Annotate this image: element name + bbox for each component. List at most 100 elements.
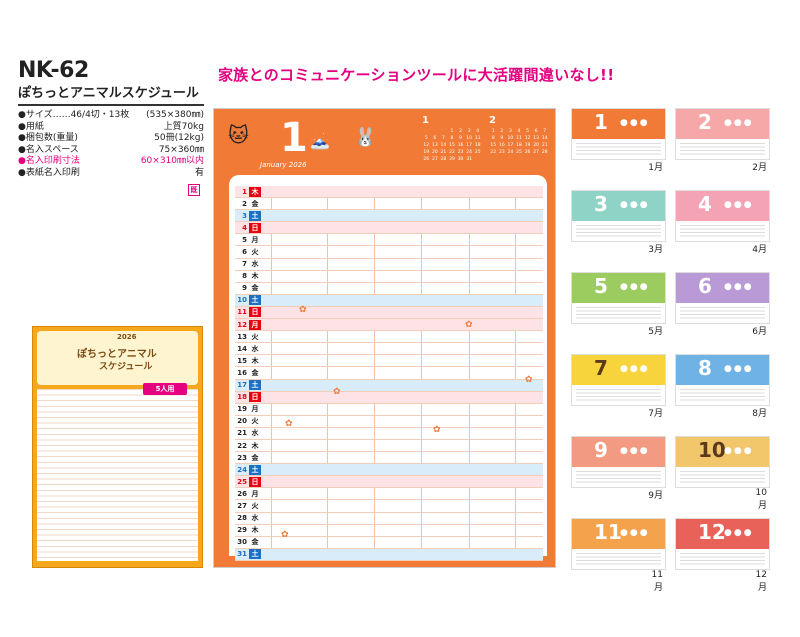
day-number: 21 — [237, 429, 247, 438]
day-number: 12 — [237, 320, 247, 329]
animal-illustration-icon: ●●● — [620, 200, 650, 210]
day-number: 20 — [237, 417, 247, 426]
weekday: 木 — [251, 272, 259, 281]
weekday: 土 — [249, 295, 261, 306]
animal-illustration-icon: ●●● — [724, 118, 754, 128]
thumbnail-month-number: 10 — [698, 438, 726, 462]
spec-value: 60×310㎜以内 — [140, 156, 204, 167]
month-thumbnail: 9 ●●● — [571, 436, 666, 488]
weekday: 日 — [249, 222, 261, 233]
flower-icon: ✿ — [285, 419, 293, 429]
day-number: 28 — [237, 514, 247, 523]
mini-day — [431, 129, 440, 135]
day-number: 23 — [237, 453, 247, 462]
month-thumbnail: 11 ●●● — [571, 518, 666, 570]
day-number: 29 — [237, 526, 247, 535]
day-row: 18 日 — [235, 391, 543, 404]
thumbnail-lines — [680, 471, 765, 485]
mini-month-number: 1 — [422, 115, 429, 126]
thumbnail-label: 3月 — [648, 245, 663, 255]
mini-day: 7 — [543, 129, 547, 134]
weekday: 火 — [251, 501, 259, 510]
thumbnail-label: 10月 — [755, 488, 767, 511]
mini-day: 28 — [541, 150, 548, 155]
small-calendar-header: 2026 ぽちっとアニマル スケジュール — [37, 331, 198, 385]
weekday: 金 — [251, 453, 259, 462]
day-number: 11 — [237, 308, 247, 317]
weekday: 月 — [251, 235, 259, 244]
mini-month-number: 2 — [489, 115, 496, 126]
month-thumbnail: 3 ●●● — [571, 190, 666, 242]
animal-illustration-icon: ●●● — [724, 200, 754, 210]
day-row: 4日 — [235, 222, 543, 235]
day-row: 6火 — [235, 246, 543, 259]
mini-day: 26 — [423, 157, 430, 162]
day-row: 22 木 — [235, 440, 543, 453]
animal-illustration-icon: ●●● — [724, 446, 754, 456]
day-number: 14 — [237, 344, 247, 353]
thumbnail-label: 9月 — [648, 491, 663, 501]
spec-list: ●サイズ……46/4切・13枚 (535×380㎜) ●用紙 上質70kg ●梱包数(重… — [18, 110, 204, 180]
mini-day: 17 — [466, 143, 472, 148]
animal-illustration-icon: 🐱 — [228, 123, 249, 147]
day-number: 6 — [242, 248, 247, 257]
weekday: 月 — [249, 319, 261, 330]
spec-label: ●名入スペース — [18, 144, 79, 155]
spec-row: ●名入スペース 75×360㎜ — [18, 145, 204, 157]
animal-illustration-icon: ●●● — [620, 446, 650, 456]
day-number: 17 — [237, 381, 247, 390]
month-thumbnail: 6 ●●● — [675, 272, 770, 324]
day-number: 10 — [237, 296, 247, 305]
animal-illustration-icon: ●●● — [724, 528, 754, 538]
spec-row: ●表紙名入印刷 有 — [18, 168, 204, 180]
thumbnail-lines — [680, 225, 765, 239]
day-row: 9金 — [235, 283, 543, 295]
spec-label: ●梱包数(重量) — [18, 133, 78, 144]
thumbnail-lines — [576, 389, 661, 403]
day-row: 14 水 — [235, 343, 543, 356]
mini-day: 27 — [533, 150, 539, 155]
thumbnail-month-number: 8 — [698, 356, 712, 380]
mini-day: 11 — [516, 136, 522, 141]
weekday: 火 — [251, 332, 259, 341]
mini-day: 9 — [459, 136, 462, 141]
month-thumbnail: 7 ●●● — [571, 354, 666, 406]
spec-label: ●表紙名入印刷 — [18, 167, 80, 178]
mini-day: 21 — [541, 143, 548, 148]
weekday: 木 — [249, 186, 261, 197]
mini-day: 26 — [524, 150, 531, 155]
day-row: 1木 — [235, 186, 543, 199]
thumbnail-lines — [680, 553, 765, 567]
day-row: 24 土 — [235, 464, 543, 477]
day-number: 25 — [237, 477, 247, 486]
thumbnail-month-number: 6 — [698, 274, 712, 298]
spec-value: 有 — [194, 167, 204, 178]
mount-fuji-icon: 🗻 — [310, 131, 330, 150]
thumbnail-header: 10 ●●● — [676, 437, 769, 467]
weekday: 木 — [251, 441, 259, 450]
mini-day: 6 — [433, 136, 437, 141]
thumbnail-header: 2 ●●● — [676, 109, 769, 139]
mini-day: 5 — [526, 129, 529, 134]
thumbnail-lines — [576, 553, 661, 567]
mini-day: 14 — [541, 136, 548, 141]
month-thumbnail: 5 ●●● — [571, 272, 666, 324]
day-row: 19 月 — [235, 404, 543, 416]
weekday: 金 — [251, 284, 259, 293]
flower-icon: ✿ — [281, 530, 289, 540]
day-row: 2金 — [235, 198, 543, 211]
day-row: 5月 — [235, 234, 543, 247]
mini-day: 19 — [423, 150, 430, 155]
mini-day: 22 — [490, 150, 497, 155]
spec-label: ●名入印刷寸法 — [18, 156, 80, 167]
day-number: 16 — [237, 368, 247, 377]
divider — [18, 104, 204, 106]
month-thumbnail: 4 ●●● — [675, 190, 770, 242]
day-row: 16 金 — [235, 367, 543, 380]
animal-illustration-icon: ●●● — [620, 118, 650, 128]
mini-day: 4 — [476, 129, 480, 134]
mini-day: 12 — [524, 136, 531, 141]
thumbnail-label: 11月 — [651, 570, 663, 593]
day-row: 13 火 — [235, 331, 543, 344]
spec-row: ●名入印刷寸法 60×310㎜以内 — [18, 156, 204, 168]
